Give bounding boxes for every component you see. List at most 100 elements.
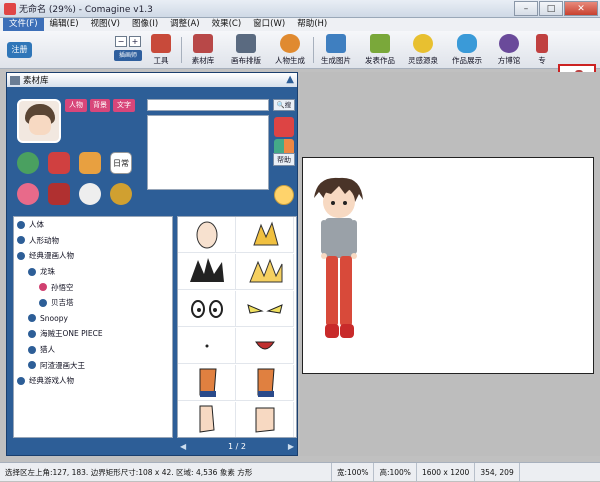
eye-icon [280, 34, 300, 53]
tools-icon [151, 34, 171, 53]
category-house-icon[interactable] [79, 152, 101, 174]
category-clothes-icon[interactable] [48, 152, 70, 174]
panel-title: 素材库 [23, 76, 49, 86]
mode-minus-button[interactable]: − [115, 36, 127, 47]
search-button-label: 搜 [284, 101, 292, 109]
tree-item-label: Snoopy [40, 313, 68, 323]
tree-item[interactable]: 海贼王ONE PIECE [14, 326, 172, 342]
inspiration-label: 灵感源泉 [408, 56, 438, 65]
search-input[interactable] [147, 99, 269, 111]
character-gen-button[interactable]: 人物生成 [270, 34, 310, 68]
menu-window[interactable]: 窗口(W) [247, 18, 291, 31]
collapse-arrow-icon[interactable]: ▲ [286, 74, 294, 85]
tree-item[interactable]: 人体 [14, 217, 172, 233]
description-area[interactable] [147, 115, 269, 190]
selection-info: 选择区左上角:127, 183. 边界矩形尺寸:108 x 42. 区域: 4,… [0, 462, 332, 482]
minimize-button[interactable]: – [514, 1, 538, 16]
tree-item[interactable]: 猎人 [14, 342, 172, 358]
material-thumbnail[interactable] [178, 365, 236, 401]
publish-button[interactable]: 发表作品 [360, 34, 400, 68]
next-page-button[interactable]: ▶ [288, 442, 294, 451]
help-button[interactable]: 帮助 [273, 153, 295, 166]
museum-button[interactable]: 方博馆 [491, 34, 527, 68]
register-button[interactable]: 注册 [7, 42, 32, 58]
tree-item-selected[interactable]: 孙悟空 [14, 279, 172, 295]
showcase-label: 作品展示 [452, 56, 482, 65]
menu-effects[interactable]: 效果(C) [206, 18, 248, 31]
smiley-icon[interactable] [274, 185, 294, 205]
tree-item[interactable]: 龙珠 [14, 264, 172, 280]
app-icon [4, 2, 16, 15]
material-thumbnail[interactable] [236, 328, 294, 364]
character-figure[interactable] [303, 158, 593, 373]
material-thumbnail[interactable] [236, 291, 294, 327]
tree-item-label: 经典游戏人物 [29, 376, 74, 386]
showcase-button[interactable]: 作品展示 [446, 34, 488, 68]
material-thumbnail[interactable] [178, 328, 236, 364]
category-unknown-icon[interactable] [48, 183, 70, 205]
tools-button[interactable]: 工具 [146, 34, 176, 68]
tree-bullet-icon [28, 345, 36, 354]
mode-label[interactable]: 插画师 [114, 50, 142, 61]
category-face-icon[interactable] [17, 152, 39, 174]
menu-adjust[interactable]: 调整(A) [164, 18, 205, 31]
close-button[interactable]: ✕ [564, 1, 598, 16]
tree-item[interactable]: 经典漫画人物 [14, 248, 172, 264]
avatar-face [29, 115, 51, 135]
category-daily[interactable]: 日常 [110, 152, 132, 174]
lightbulb-icon [413, 34, 433, 53]
tree-item[interactable]: Snoopy [14, 311, 172, 327]
material-thumbnail[interactable] [236, 402, 294, 437]
category-animal-icon[interactable] [79, 183, 101, 205]
mode-plus-button[interactable]: + [129, 36, 141, 47]
tree-item-label: 海贼王ONE PIECE [40, 329, 103, 339]
category-plant-icon[interactable] [110, 183, 132, 205]
history-icon[interactable] [274, 117, 294, 137]
material-thumbnail[interactable] [178, 217, 236, 253]
tree-item[interactable]: 贝吉塔 [14, 295, 172, 311]
inspiration-button[interactable]: 灵感源泉 [402, 34, 444, 68]
prev-page-button[interactable]: ◀ [180, 442, 186, 451]
category-food-icon[interactable] [17, 183, 39, 205]
menu-image[interactable]: 图像(I) [126, 18, 164, 31]
material-thumbnail[interactable] [178, 291, 236, 327]
speech-bubble-icon [457, 34, 477, 53]
toolbar-separator [181, 37, 182, 63]
tree-item[interactable]: 阿渣漫画大王 [14, 357, 172, 373]
search-button[interactable]: 🔍搜 [273, 99, 295, 111]
tree-bullet-icon [28, 267, 36, 276]
special-button[interactable]: 专 [532, 34, 552, 68]
drawing-canvas[interactable] [302, 157, 594, 374]
tree-item-label: 阿渣漫画大王 [40, 360, 85, 370]
library-label: 素材库 [191, 56, 215, 65]
library-button[interactable]: 素材库 [186, 34, 220, 68]
menu-view[interactable]: 视图(V) [85, 18, 126, 31]
tree-bullet-icon [17, 376, 25, 385]
menu-help[interactable]: 帮助(H) [291, 18, 333, 31]
material-thumbnail[interactable] [236, 365, 294, 401]
material-thumbnail[interactable] [236, 217, 294, 253]
menu-file[interactable]: 文件(F) [3, 18, 44, 31]
material-library-panel: 素材库 ▲ 人物 背景 文字 🔍搜 帮助 日常 人体 人形动物 经典漫画人物 龙… [6, 72, 298, 456]
material-thumbnail[interactable] [178, 402, 236, 437]
museum-label: 方博馆 [497, 56, 521, 65]
generate-image-button[interactable]: 生成图片 [316, 34, 356, 68]
tree-bullet-icon [17, 220, 25, 229]
canvas-layout-label: 画布排版 [231, 56, 261, 65]
menu-edit[interactable]: 编辑(E) [44, 18, 85, 31]
tree-item[interactable]: 经典游戏人物 [14, 373, 172, 389]
material-thumbnail[interactable] [236, 254, 294, 290]
mascot-icon [499, 34, 519, 53]
avatar[interactable] [17, 99, 61, 143]
tree-item-label: 龙珠 [40, 267, 55, 277]
library-icon [10, 75, 20, 85]
canvas-layout-button[interactable]: 画布排版 [226, 34, 266, 68]
tag-text[interactable]: 文字 [113, 99, 135, 112]
tree-item[interactable]: 人形动物 [14, 233, 172, 249]
tag-background[interactable]: 背景 [90, 99, 110, 112]
main-toolbar: 注册 − + 插画师 工具 素材库 画布排版 人物生成 生成图片 发表作品 灵感… [0, 31, 600, 96]
material-thumbnail[interactable] [178, 254, 236, 290]
publish-icon [370, 34, 390, 53]
maximize-button[interactable]: □ [539, 1, 563, 16]
tag-character[interactable]: 人物 [65, 99, 87, 112]
